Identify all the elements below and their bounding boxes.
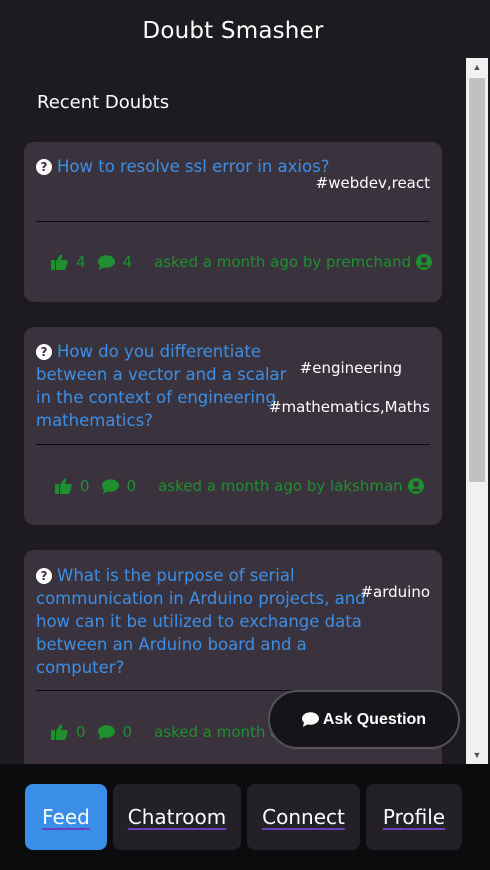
doubt-meta: 0 0 asked a month ag: [51, 723, 289, 741]
question-circle-icon: ?: [36, 568, 52, 584]
tag-label: #webdev,react: [315, 174, 430, 192]
asked-info: asked a month ago by premchand: [154, 253, 412, 271]
nav-feed[interactable]: Feed: [25, 784, 107, 850]
question-link[interactable]: ? How do you differentiate between a vect…: [36, 340, 286, 432]
comment-count: 4: [122, 253, 133, 271]
thumbs-up-icon[interactable]: [51, 724, 68, 740]
like-count: 4: [76, 253, 86, 271]
comment-count: 0: [122, 723, 133, 741]
comment-icon[interactable]: [97, 254, 115, 270]
ask-question-button[interactable]: Ask Question: [268, 690, 460, 749]
question-link[interactable]: ? What is the purpose of serial communica…: [36, 564, 366, 679]
comment-icon: [301, 712, 319, 727]
bottom-nav: Feed Chatroom Connect Profile: [0, 764, 490, 870]
section-title: Recent Doubts: [37, 92, 170, 113]
comment-icon[interactable]: [97, 724, 115, 740]
doubt-meta: 0 0 asked a month ago by lakshman: [55, 477, 424, 495]
divider: [36, 444, 430, 445]
tag-label: #engineering: [299, 359, 402, 377]
scrollbar[interactable]: ▲ ▼: [466, 58, 488, 764]
nav-chatroom[interactable]: Chatroom: [113, 784, 241, 850]
comment-icon[interactable]: [101, 478, 119, 494]
user-circle-icon: [407, 478, 424, 494]
user-circle-icon: [416, 254, 433, 270]
nav-connect[interactable]: Connect: [247, 784, 360, 850]
question-circle-icon: ?: [36, 159, 52, 175]
ask-question-label: Ask Question: [322, 710, 427, 728]
doubt-meta: 4 4 asked a month ago by premchand: [51, 253, 433, 271]
tag-label: #mathematics,Maths: [268, 398, 430, 416]
scroll-up-arrow-icon[interactable]: ▲: [466, 58, 488, 76]
feed-scroll-area[interactable]: Doubt Smasher Recent Doubts ? How to reso…: [0, 0, 466, 764]
question-circle-icon: ?: [36, 344, 52, 360]
scroll-down-arrow-icon[interactable]: ▼: [466, 746, 488, 764]
like-count: 0: [76, 723, 86, 741]
question-link[interactable]: ? How to resolve ssl error in axios?: [36, 155, 329, 178]
tag-label: #arduino: [360, 583, 430, 601]
nav-profile[interactable]: Profile: [366, 784, 462, 850]
doubt-card[interactable]: ? How to resolve ssl error in axios? #web…: [24, 142, 442, 302]
like-count: 0: [80, 477, 90, 495]
comment-count: 0: [126, 477, 137, 495]
thumbs-up-icon[interactable]: [55, 478, 72, 494]
app-title: Doubt Smasher: [142, 18, 324, 44]
doubt-card[interactable]: ? How do you differentiate between a vect…: [24, 327, 442, 525]
scroll-thumb[interactable]: [469, 78, 485, 482]
divider: [36, 221, 430, 222]
asked-info: asked a month ago by lakshman: [158, 477, 403, 495]
app-window: Doubt Smasher Recent Doubts ? How to reso…: [0, 0, 490, 870]
thumbs-up-icon[interactable]: [51, 254, 68, 270]
